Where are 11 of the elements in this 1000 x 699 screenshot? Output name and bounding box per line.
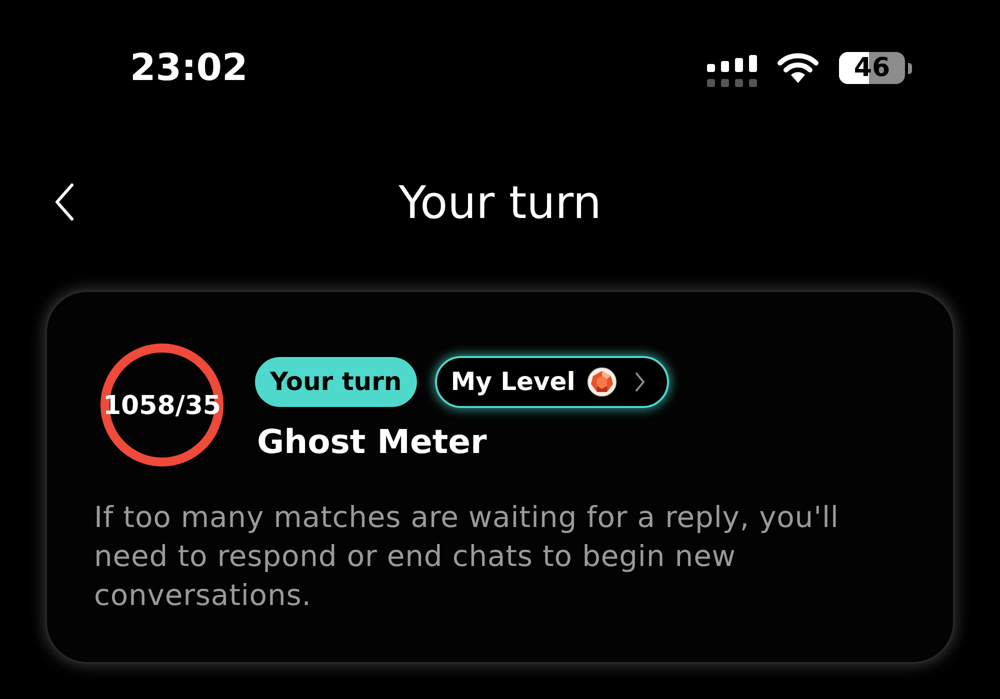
signal-icon — [707, 55, 757, 89]
wifi-icon — [777, 53, 819, 83]
screen-title: Your turn — [398, 176, 602, 230]
status-badge: Your turn — [255, 357, 417, 407]
chevron-right-icon — [635, 372, 646, 392]
card-title: Ghost Meter — [257, 421, 488, 463]
card-description: If too many matches are waiting for a reply, you'll need to respond or end chats to begin new conversations. — [94, 499, 840, 614]
gem-icon — [587, 367, 618, 397]
my-level-button[interactable]: My Level — [434, 356, 670, 408]
back-icon[interactable] — [54, 183, 74, 221]
status-time: 23:02 — [130, 46, 248, 90]
